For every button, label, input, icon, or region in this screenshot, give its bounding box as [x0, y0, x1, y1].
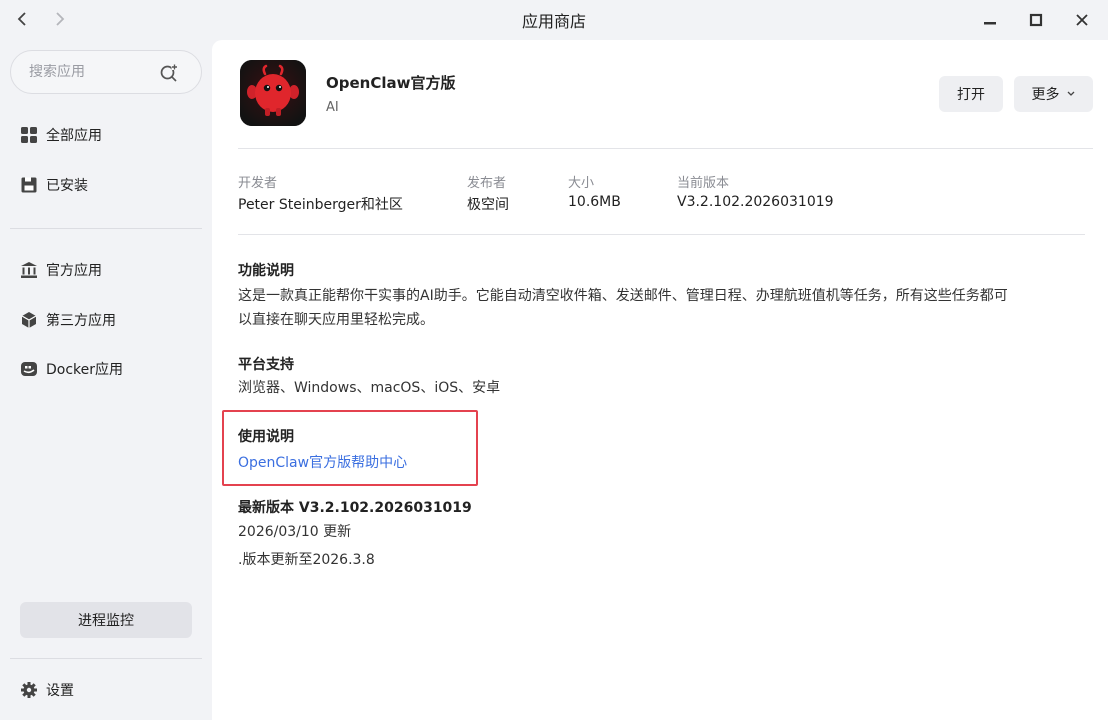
forward-button[interactable] — [48, 8, 70, 30]
close-icon — [1076, 14, 1088, 26]
minimize-icon — [984, 22, 996, 25]
back-button[interactable] — [12, 8, 34, 30]
size-label: 大小 — [568, 176, 595, 191]
title-bar: 应用商店 — [0, 0, 1108, 40]
gear-icon — [20, 681, 38, 699]
sidebar-item-label: 全部应用 — [46, 128, 102, 144]
sidebar-item-label: 官方应用 — [46, 263, 102, 279]
sidebar-item-settings[interactable]: 设置 — [10, 670, 202, 710]
developer-label: 开发者 — [238, 176, 278, 191]
minimize-button[interactable] — [976, 6, 1004, 34]
process-monitor-button[interactable]: 进程监控 — [20, 602, 192, 638]
search-icon[interactable] — [159, 63, 179, 83]
latest-version-note: .版本更新至2026.3.8 — [238, 552, 375, 568]
app-name: OpenClaw官方版 — [326, 74, 456, 92]
sidebar-item-label: Docker应用 — [46, 362, 124, 378]
meta-divider — [238, 234, 1085, 235]
platform-heading: 平台支持 — [238, 357, 294, 373]
version-label: 当前版本 — [677, 176, 730, 191]
publisher-label: 发布者 — [467, 176, 507, 191]
maximize-button[interactable] — [1022, 6, 1050, 34]
sidebar: 全部应用 已安装 官方应用 第三方应用 Docker应用 进程监控 设置 — [0, 40, 212, 720]
sidebar-item-label: 第三方应用 — [46, 313, 116, 329]
sidebar-item-installed[interactable]: 已安装 — [10, 165, 202, 205]
sidebar-item-label: 设置 — [46, 683, 74, 699]
open-button[interactable]: 打开 — [939, 76, 1003, 112]
app-icon — [240, 60, 306, 126]
sidebar-divider — [10, 228, 202, 229]
developer-value: Peter Steinberger和社区 — [238, 197, 403, 213]
sidebar-item-label: 已安装 — [46, 178, 88, 194]
version-value: V3.2.102.2026031019 — [677, 194, 834, 210]
cube-icon — [20, 311, 38, 329]
chevron-down-icon — [1067, 91, 1074, 96]
latest-version-date: 2026/03/10 更新 — [238, 524, 352, 540]
save-icon — [20, 176, 38, 194]
more-button[interactable]: 更多 — [1014, 76, 1093, 112]
bank-icon — [20, 261, 38, 279]
app-detail-panel: OpenClaw官方版 AI 打开 更多 开发者 Peter Steinberg… — [212, 40, 1108, 720]
highlight-box — [222, 410, 478, 486]
sidebar-item-docker-apps[interactable]: Docker应用 — [10, 349, 202, 389]
window-controls — [976, 6, 1096, 34]
chevron-left-icon — [17, 12, 26, 26]
feature-text-line1: 这是一款真正能帮你干实事的AI助手。它能自动清空收件箱、发送邮件、管理日程、办理… — [238, 288, 1008, 304]
header-divider — [238, 148, 1093, 149]
search-input[interactable] — [29, 64, 149, 80]
chevron-right-icon — [56, 12, 65, 26]
window-title: 应用商店 — [521, 12, 586, 31]
openclaw-mascot-icon — [240, 60, 306, 126]
sidebar-item-third-party-apps[interactable]: 第三方应用 — [10, 300, 202, 340]
latest-version-heading: 最新版本 V3.2.102.2026031019 — [238, 500, 472, 516]
size-value: 10.6MB — [568, 194, 621, 210]
sidebar-divider — [10, 658, 202, 659]
nav-buttons — [12, 8, 70, 30]
search-box[interactable] — [10, 50, 202, 94]
platform-text: 浏览器、Windows、macOS、iOS、安卓 — [238, 380, 501, 396]
sidebar-item-all-apps[interactable]: 全部应用 — [10, 115, 202, 155]
close-button[interactable] — [1068, 6, 1096, 34]
maximize-icon — [1029, 13, 1043, 27]
grid-icon — [20, 126, 38, 144]
sidebar-item-official-apps[interactable]: 官方应用 — [10, 250, 202, 290]
more-button-label: 更多 — [1031, 87, 1060, 103]
app-category: AI — [326, 100, 339, 115]
help-center-link[interactable]: OpenClaw官方版帮助中心 — [238, 452, 407, 472]
feature-text-line2: 以直接在聊天应用里轻松完成。 — [238, 312, 434, 328]
feature-heading: 功能说明 — [238, 263, 294, 279]
docker-icon — [20, 360, 38, 378]
usage-heading: 使用说明 — [238, 429, 294, 445]
publisher-value: 极空间 — [467, 197, 509, 213]
